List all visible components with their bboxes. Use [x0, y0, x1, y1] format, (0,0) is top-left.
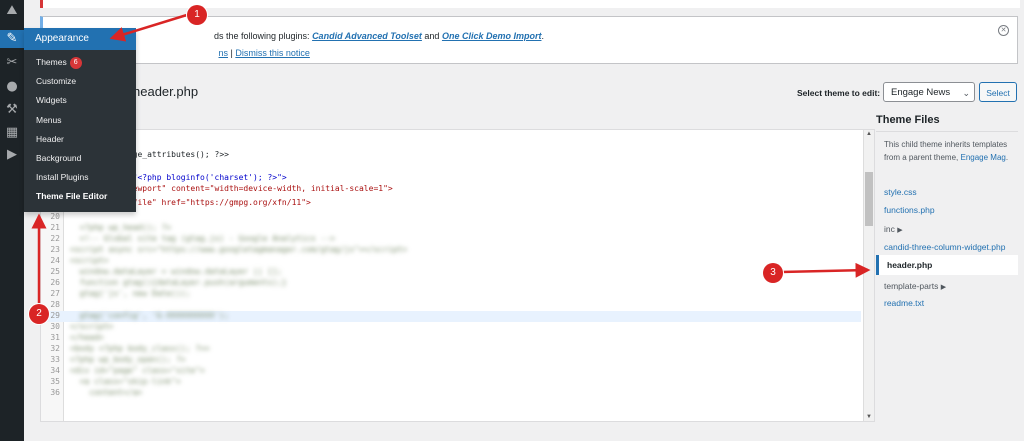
arrow-to-header-php [780, 262, 871, 278]
annotation-arrows [31, 12, 871, 305]
callout-1: 1 [187, 5, 207, 25]
callout-3: 3 [763, 263, 783, 283]
callout-2: 2 [29, 304, 49, 324]
arrow-to-appearance [109, 12, 191, 42]
